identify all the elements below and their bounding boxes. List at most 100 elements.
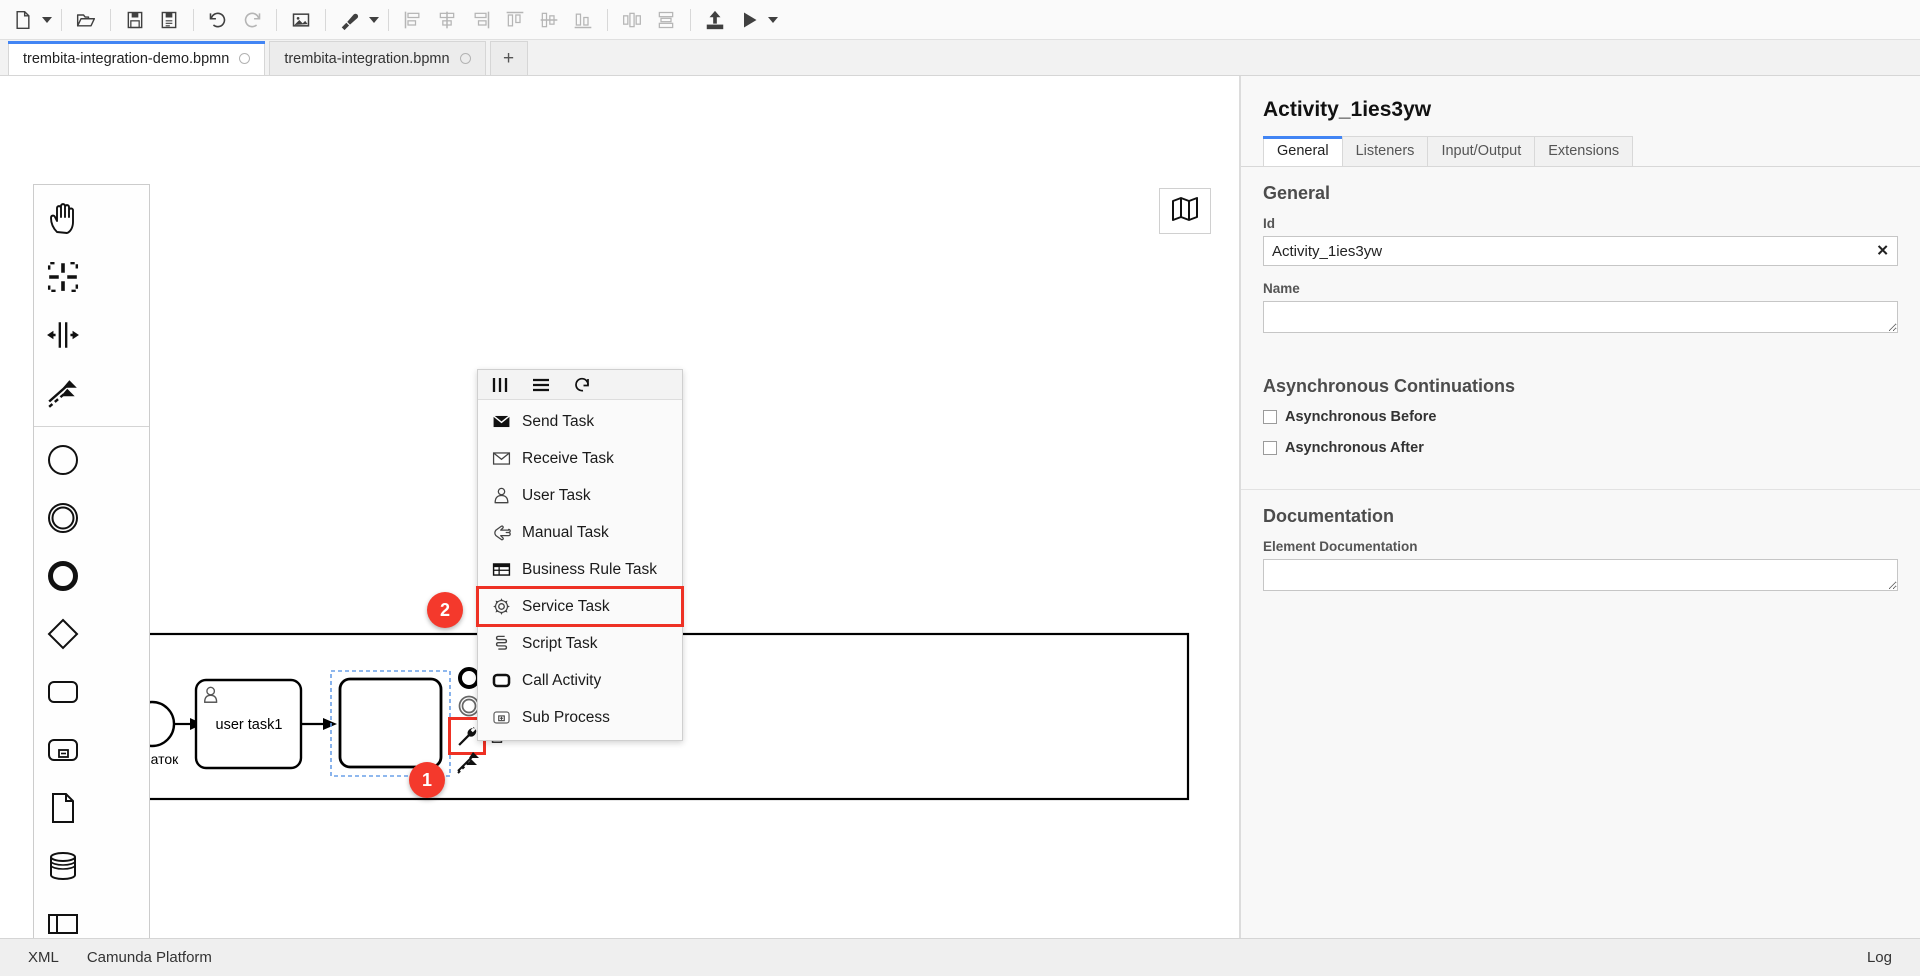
user-icon: [492, 486, 511, 505]
align-left-button[interactable]: [396, 5, 430, 35]
palette-hand-tool[interactable]: [34, 190, 92, 248]
replace-menu-list-view-icon[interactable]: [532, 377, 550, 393]
properties-tab[interactable]: General: [1263, 136, 1343, 166]
replace-menu-item[interactable]: Service Task: [478, 588, 682, 625]
undo-button[interactable]: [201, 5, 235, 35]
replace-menu-item-label: Send Task: [522, 413, 594, 431]
diagram-canvas[interactable]: Trembita Integration Demo Початок: [0, 76, 1240, 938]
properties-panel-toggle[interactable]: Properties Panel: [1240, 338, 1241, 490]
toolbar-separator: [110, 9, 111, 31]
bpmn-modeler-window: trembita-integration-demo.bpmntrembita-i…: [0, 0, 1920, 976]
palette-data-store[interactable]: [34, 837, 92, 895]
id-field-label: Id: [1263, 216, 1898, 231]
redo-button[interactable]: [235, 5, 269, 35]
replace-menu-item[interactable]: Receive Task: [478, 440, 682, 477]
chevron-down-icon[interactable]: [367, 5, 381, 35]
replace-menu-item[interactable]: Business Rule Task: [478, 551, 682, 588]
palette-data-object[interactable]: [34, 779, 92, 837]
align-bottom-button[interactable]: [566, 5, 600, 35]
properties-tab[interactable]: Listeners: [1342, 136, 1429, 166]
status-bar-left: XMLCamunda Platform: [14, 939, 226, 976]
toolbar-separator: [690, 9, 691, 31]
align-top-button[interactable]: [498, 5, 532, 35]
distribute-horizontal-icon: [622, 10, 642, 30]
replace-menu-item[interactable]: Manual Task: [478, 514, 682, 551]
close-tab-icon[interactable]: [460, 53, 471, 64]
export-image-button[interactable]: [284, 5, 318, 35]
palette-end-event[interactable]: [34, 547, 92, 605]
element-documentation-label: Element Documentation: [1263, 539, 1898, 554]
name-textarea[interactable]: [1263, 301, 1898, 333]
palette-separator: [34, 426, 149, 427]
clear-id-icon[interactable]: ✕: [1876, 244, 1889, 259]
properties-documentation-section: Documentation Element Documentation: [1241, 489, 1920, 596]
palette-start-event[interactable]: [34, 431, 92, 489]
data-store-icon: [46, 849, 80, 883]
replace-menu-item-label: Script Task: [522, 635, 598, 653]
distribute-horizontally-button[interactable]: [615, 5, 649, 35]
editor-tab[interactable]: trembita-integration-demo.bpmn: [8, 41, 265, 75]
minimap-toggle-button[interactable]: [1159, 188, 1211, 234]
align-right-button[interactable]: [464, 5, 498, 35]
properties-general-section: General Id ✕ Name: [1241, 167, 1920, 338]
open-file-button[interactable]: [69, 5, 103, 35]
replace-menu-item[interactable]: Script Task: [478, 625, 682, 662]
status-bar-item[interactable]: Log: [1853, 939, 1906, 976]
distribute-vertical-icon: [656, 10, 676, 30]
editor-tab[interactable]: trembita-integration.bpmn: [269, 41, 485, 75]
replace-menu-loop-icon[interactable]: [573, 376, 592, 393]
map-icon: [1171, 196, 1199, 227]
gateway-diamond-icon: [46, 617, 80, 651]
documentation-heading: Documentation: [1263, 506, 1898, 527]
align-middle-button[interactable]: [532, 5, 566, 35]
status-bar-item[interactable]: XML: [14, 939, 73, 976]
properties-tab[interactable]: Input/Output: [1427, 136, 1535, 166]
connect-arrows-icon: [456, 749, 482, 775]
run-button[interactable]: [732, 5, 766, 35]
save-button[interactable]: [118, 5, 152, 35]
save-as-button[interactable]: [152, 5, 186, 35]
lasso-icon: [46, 260, 80, 294]
hand-icon: [46, 202, 80, 236]
align-center-button[interactable]: [430, 5, 464, 35]
status-bar-item[interactable]: Camunda Platform: [73, 939, 226, 976]
replace-menu-item[interactable]: Call Activity: [478, 662, 682, 699]
palette-intermediate-event[interactable]: [34, 489, 92, 547]
hand-pointing-icon: [492, 523, 511, 542]
deploy-button[interactable]: [698, 5, 732, 35]
async-before-checkbox[interactable]: [1263, 410, 1277, 424]
palette-gateway[interactable]: [34, 605, 92, 663]
align-center-icon: [437, 10, 457, 30]
palette-subprocess-expanded[interactable]: [34, 721, 92, 779]
replace-menu-item-label: Sub Process: [522, 709, 610, 727]
context-pad-connect[interactable]: [455, 748, 483, 776]
save-as-icon: [159, 10, 179, 30]
svg-text:user task1: user task1: [216, 717, 283, 733]
id-input[interactable]: [1263, 236, 1898, 266]
chevron-down-icon[interactable]: [40, 5, 54, 35]
new-tab-button[interactable]: +: [490, 41, 528, 75]
palette-participant[interactable]: [34, 895, 92, 938]
new-file-icon: [13, 10, 33, 30]
step-badge-1: 1: [409, 762, 445, 798]
replace-menu-item[interactable]: User Task: [478, 477, 682, 514]
palette-task[interactable]: [34, 663, 92, 721]
async-after-row[interactable]: Asynchronous After: [1263, 440, 1898, 456]
chevron-down-icon[interactable]: [766, 5, 780, 35]
color-picker-button[interactable]: [333, 5, 367, 35]
element-documentation-textarea[interactable]: [1263, 559, 1898, 591]
gear-icon: [492, 597, 511, 616]
replace-menu-item[interactable]: Send Task: [478, 403, 682, 440]
palette-space-tool[interactable]: [34, 306, 92, 364]
new-file-button[interactable]: [6, 5, 40, 35]
envelope-filled-icon: [492, 412, 511, 431]
distribute-vertically-button[interactable]: [649, 5, 683, 35]
async-after-checkbox[interactable]: [1263, 441, 1277, 455]
async-before-row[interactable]: Asynchronous Before: [1263, 409, 1898, 425]
close-tab-icon[interactable]: [239, 53, 250, 64]
replace-menu-columns-view-icon[interactable]: [492, 377, 509, 393]
properties-tab[interactable]: Extensions: [1534, 136, 1633, 166]
palette-global-connect-tool[interactable]: [34, 364, 92, 422]
replace-menu-item[interactable]: Sub Process: [478, 699, 682, 736]
palette-lasso-tool[interactable]: [34, 248, 92, 306]
